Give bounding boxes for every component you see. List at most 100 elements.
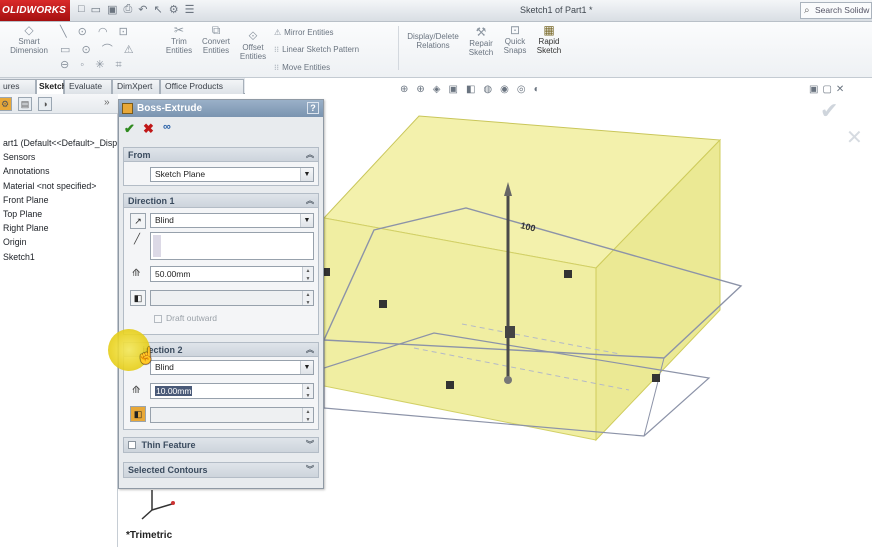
linear-pattern-label: Linear Sketch Pattern xyxy=(282,45,360,54)
help-button[interactable]: ? xyxy=(307,102,319,114)
ok-check-icon[interactable]: ✔ xyxy=(124,121,135,137)
tile-icon[interactable]: ▣ xyxy=(809,84,822,95)
direction1-group-header[interactable]: Direction 1 ︽ xyxy=(124,194,318,208)
direction1-depth-input[interactable]: 50.00mm ▲ ▼ xyxy=(150,266,314,282)
options-icon[interactable]: ☰ xyxy=(185,3,195,16)
sketch-shape-tools[interactable]: ▭ ⊙ ⌒ ⚠ xyxy=(60,41,138,57)
search-input[interactable]: ⌕ Search Solidw xyxy=(800,2,872,19)
collapse-icon[interactable]: ︽ xyxy=(306,148,314,162)
view-orientation-icon[interactable]: ◧ xyxy=(466,84,475,95)
quick-snaps-button[interactable]: ⊡ Quick Snaps xyxy=(500,24,530,55)
solidworks-window: OLIDWORKS □ ▭ ▣ ⎙ ↶ ↖ ⚙ ☰ Sketch1 of Par… xyxy=(0,0,872,547)
selected-contours-header[interactable]: Selected Contours ︾ xyxy=(124,463,318,477)
display-style-icon[interactable]: ◍ xyxy=(483,84,492,95)
reverse-direction-icon[interactable]: ↗ xyxy=(130,213,146,229)
selected-contours-group: Selected Contours ︾ xyxy=(123,462,319,478)
tree-item-right-plane[interactable]: Right Plane xyxy=(0,221,118,235)
zoom-to-area-icon[interactable]: ⊕ xyxy=(416,84,424,95)
graphics-viewport[interactable]: 100 ✔ ✕ xyxy=(324,78,872,547)
sketch-point xyxy=(564,270,572,278)
display-delete-relations-button[interactable]: Display/Delete Relations xyxy=(402,32,464,50)
convert-entities-button[interactable]: ⧉ Convert Entities xyxy=(196,24,236,55)
property-manager-icon[interactable]: ▤ xyxy=(18,97,32,111)
draft-on-off-icon[interactable]: ◧ xyxy=(130,290,146,306)
tab-dimxpert[interactable]: DimXpert xyxy=(112,79,160,94)
command-tab-bar: ures Sketch Evaluate DimXpert Office Pro… xyxy=(0,78,245,94)
configuration-icon[interactable]: ◑ xyxy=(38,97,52,111)
direction2-end-condition-select[interactable]: Blind ▼ xyxy=(150,360,314,375)
rapid-sketch-icon: ▦ xyxy=(543,23,555,37)
tree-item-sensors[interactable]: Sensors xyxy=(0,150,118,164)
depth-handle xyxy=(505,326,515,338)
tree-item-annotations[interactable]: Annotations xyxy=(0,164,118,178)
section-view-icon[interactable]: ▣ xyxy=(448,84,457,95)
linear-pattern-button[interactable]: ⁝⁝ Linear Sketch Pattern xyxy=(274,45,359,54)
depth-icon: ⟰ xyxy=(132,268,141,279)
expand-icon[interactable]: ︾ xyxy=(306,438,314,452)
tree-item-sketch1[interactable]: Sketch1 xyxy=(0,250,118,264)
spin-arrows-icon[interactable]: ▲ ▼ xyxy=(302,267,313,282)
open-icon[interactable]: ▭ xyxy=(91,3,101,16)
spin-arrows-icon[interactable]: ▲ ▼ xyxy=(302,408,313,423)
close-viewport-icon[interactable]: ✕ xyxy=(836,84,848,95)
cancel-x-icon[interactable]: ✖ xyxy=(143,121,154,137)
tree-item-front-plane[interactable]: Front Plane xyxy=(0,193,118,207)
tab-sketch[interactable]: Sketch xyxy=(36,79,67,94)
search-icon: ⌕ xyxy=(804,5,810,16)
trim-entities-label: Trim Entities xyxy=(165,37,193,55)
direction2-draft-input[interactable]: ▲ ▼ xyxy=(150,407,314,423)
appearance-icon[interactable]: ◎ xyxy=(517,84,526,95)
sketch-misc-tools[interactable]: ⊖ ◦ ✳ ⌗ xyxy=(60,58,126,72)
tree-item-part[interactable]: art1 (Default<<Default>_Disp xyxy=(0,136,118,150)
quick-snaps-label: Quick Snaps xyxy=(503,37,527,55)
repair-sketch-button[interactable]: ⚒ Repair Sketch xyxy=(464,26,498,57)
tab-features[interactable]: ures xyxy=(0,79,36,94)
tree-item-origin[interactable]: Origin xyxy=(0,235,118,249)
scene-icon[interactable]: ◐ xyxy=(534,84,540,95)
restore-icon[interactable]: ▢ xyxy=(822,84,835,95)
save-icon[interactable]: ▣ xyxy=(107,3,117,16)
move-entities-button[interactable]: ⁝⁝ Move Entities xyxy=(274,63,330,72)
direction1-end-condition-select[interactable]: Blind ▼ xyxy=(150,213,314,228)
zoom-to-fit-icon[interactable]: ⊕ xyxy=(400,84,408,95)
from-select[interactable]: Sketch Plane ▼ xyxy=(150,167,314,182)
mirror-entities-button[interactable]: ⚠ Mirror Entities xyxy=(274,28,334,37)
selection-highlight xyxy=(153,235,161,257)
ribbon-separator xyxy=(398,26,399,70)
sketch-line-tools[interactable]: ╲ ⊙ ◠ ⊡ xyxy=(60,25,132,38)
spin-arrows-icon[interactable]: ▲ ▼ xyxy=(302,384,313,399)
expand-icon[interactable]: ︾ xyxy=(306,463,314,477)
thin-feature-header[interactable]: Thin Feature ︾ xyxy=(124,438,318,452)
mirror-icon: ⚠ xyxy=(274,28,282,37)
tree-item-material[interactable]: Material <not specified> xyxy=(0,179,118,193)
trim-entities-button[interactable]: ✂ Trim Entities xyxy=(162,24,196,55)
tree-item-top-plane[interactable]: Top Plane xyxy=(0,207,118,221)
tab-evaluate[interactable]: Evaluate xyxy=(64,79,112,94)
tab-office-products[interactable]: Office Products xyxy=(160,79,244,94)
document-title: Sketch1 of Part1 * xyxy=(520,5,593,15)
preview-glasses-icon[interactable]: ∞ xyxy=(163,121,171,133)
draft-angle-input[interactable]: ▲ ▼ xyxy=(150,290,314,306)
rapid-sketch-button[interactable]: ▦ Rapid Sketch xyxy=(532,23,566,55)
print-icon[interactable]: ⎙ xyxy=(123,3,132,16)
solidworks-logo[interactable]: OLIDWORKS xyxy=(0,0,70,21)
draft-outward-checkbox[interactable] xyxy=(154,315,162,323)
rebuild-icon[interactable]: ⚙ xyxy=(169,3,179,16)
offset-entities-button[interactable]: ⟐ Offset Entities xyxy=(236,30,270,61)
expand-panel-icon[interactable]: » xyxy=(104,97,110,108)
smart-dimension-button[interactable]: ◇ Smart Dimension xyxy=(8,24,50,55)
new-document-icon[interactable]: □ xyxy=(78,3,85,16)
collapse-icon[interactable]: ︽ xyxy=(306,343,314,357)
collapse-icon[interactable]: ︽ xyxy=(306,194,314,208)
hide-show-icon[interactable]: ◉ xyxy=(500,84,509,95)
previous-view-icon[interactable]: ◈ xyxy=(433,84,441,95)
undo-icon[interactable]: ↶ xyxy=(138,3,147,16)
feature-tree-icon[interactable]: ⚙ xyxy=(0,97,12,111)
direction-reference-box[interactable] xyxy=(150,232,314,260)
thin-feature-checkbox[interactable] xyxy=(128,441,136,449)
draft-on-off-icon[interactable]: ◧ xyxy=(130,406,146,422)
select-icon[interactable]: ↖ xyxy=(154,3,163,16)
spin-arrows-icon[interactable]: ▲ ▼ xyxy=(302,291,313,306)
from-group-header[interactable]: From ︽ xyxy=(124,148,318,162)
direction2-depth-input[interactable]: 10.00mm ▲ ▼ xyxy=(150,383,314,399)
